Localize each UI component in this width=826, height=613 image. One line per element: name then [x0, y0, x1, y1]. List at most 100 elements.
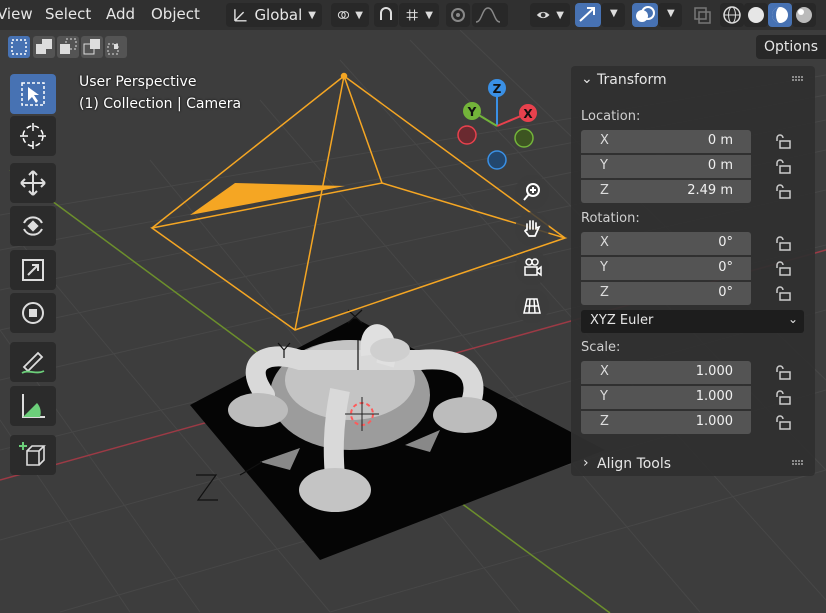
gizmo-dropdown[interactable]: ▼: [601, 3, 625, 27]
tool-select-box[interactable]: [10, 74, 56, 114]
select-mode-intersect[interactable]: [105, 36, 127, 58]
y-axis-letter: Y: [467, 105, 477, 119]
transform-collapse-icon[interactable]: ⌄: [581, 71, 593, 87]
options-button[interactable]: Options: [756, 35, 826, 59]
toggle-projection-button[interactable]: [515, 289, 549, 323]
shading-wireframe[interactable]: [720, 3, 744, 27]
field-value: 0 m: [707, 158, 733, 173]
rotation-mode-dropdown[interactable]: XYZ Euler ⌄: [581, 310, 804, 333]
tool-annotate[interactable]: [10, 342, 56, 382]
neg-z-axis-handle[interactable]: [487, 150, 507, 170]
transform-orientation-dropdown[interactable]: Global ▼: [226, 3, 322, 27]
lock-icon[interactable]: [774, 365, 792, 381]
overlays-toggle[interactable]: [632, 3, 658, 27]
pivot-point-dropdown[interactable]: ▼: [331, 3, 369, 27]
neg-x-axis-handle[interactable]: [457, 125, 477, 145]
x-axis-letter: X: [523, 107, 533, 121]
overlays-icon: [636, 6, 655, 22]
chevron-down-icon: ▼: [610, 8, 618, 19]
navigation-gizmo[interactable]: Z X Y: [452, 76, 542, 176]
tool-measure[interactable]: [10, 386, 56, 426]
visibility-dropdown[interactable]: ▼: [530, 3, 570, 27]
menu-object[interactable]: Object: [151, 5, 200, 23]
cursor-icon: [20, 123, 46, 149]
snap-target-dropdown[interactable]: ▼: [399, 3, 439, 27]
drag-grip-icon[interactable]: [791, 75, 805, 83]
select-intersect-icon: [107, 43, 119, 55]
pan-button[interactable]: [515, 212, 549, 246]
location-y-field[interactable]: Y 0 m: [581, 155, 751, 178]
shading-material[interactable]: [768, 3, 792, 27]
scale-y-field[interactable]: Y 1.000: [581, 386, 751, 409]
tool-rotate[interactable]: [10, 206, 56, 246]
menu-select[interactable]: Select: [45, 5, 91, 23]
tool-add-cube[interactable]: [10, 435, 56, 475]
axis-label: Y: [600, 260, 608, 275]
shading-solid[interactable]: [744, 3, 768, 27]
tool-cursor[interactable]: [10, 116, 56, 156]
select-subtract-icon: [60, 38, 77, 54]
lock-icon[interactable]: [774, 390, 792, 406]
location-x-field[interactable]: X 0 m: [581, 130, 751, 153]
tool-scale[interactable]: [10, 250, 56, 290]
select-mode-subtract[interactable]: [57, 36, 79, 58]
falloff-dropdown[interactable]: [472, 3, 508, 27]
select-mode-new[interactable]: [8, 36, 30, 58]
camera-view-button[interactable]: [515, 251, 549, 285]
field-value: 0°: [718, 260, 733, 275]
align-tools-title[interactable]: Align Tools: [597, 456, 671, 472]
tool-transform[interactable]: [10, 293, 56, 333]
select-mode-extend[interactable]: [33, 36, 55, 58]
axis-label: Z: [600, 285, 609, 300]
snap-toggle[interactable]: [374, 3, 398, 27]
select-mode-invert[interactable]: [81, 36, 103, 58]
ruler-icon: [22, 394, 45, 418]
axis-label: Z: [600, 183, 609, 198]
zoom-button[interactable]: [515, 175, 549, 209]
overlays-dropdown[interactable]: ▼: [658, 3, 682, 27]
hand-icon: [523, 220, 541, 237]
lock-icon[interactable]: [774, 286, 792, 302]
pencil-icon: [21, 351, 45, 374]
chevron-down-icon: ▼: [355, 9, 363, 21]
lock-icon[interactable]: [774, 134, 792, 150]
location-z-field[interactable]: Z 2.49 m: [581, 180, 751, 203]
rotation-y-field[interactable]: Y 0°: [581, 257, 751, 280]
chevron-down-icon: ▼: [308, 9, 316, 21]
menu-add[interactable]: Add: [106, 5, 135, 23]
chevron-down-icon: ▼: [556, 9, 564, 21]
lock-icon[interactable]: [774, 184, 792, 200]
xray-icon: [694, 7, 711, 24]
lock-icon[interactable]: [774, 236, 792, 252]
drag-grip-icon[interactable]: [791, 459, 805, 467]
menu-view[interactable]: View: [0, 5, 33, 23]
axis-label: Y: [600, 389, 608, 404]
rotation-x-field[interactable]: X 0°: [581, 232, 751, 255]
eye-icon: [536, 11, 550, 19]
rotation-z-field[interactable]: Z 0°: [581, 282, 751, 305]
scale-z-field[interactable]: Z 1.000: [581, 411, 751, 434]
proportional-edit-toggle[interactable]: [446, 3, 470, 27]
xray-toggle[interactable]: [690, 3, 714, 27]
field-value: 1.000: [695, 414, 733, 429]
camera-icon: [524, 258, 542, 277]
magnet-icon: [380, 7, 392, 20]
wireframe-sphere-icon: [723, 6, 741, 24]
orientation-label: Global: [254, 6, 303, 24]
collection-label: (1) Collection | Camera: [79, 96, 242, 112]
proportional-edit-icon: [451, 8, 465, 22]
scale-x-field[interactable]: X 1.000: [581, 361, 751, 384]
grid-projection-icon: [523, 298, 541, 314]
lock-icon[interactable]: [774, 261, 792, 277]
shading-rendered[interactable]: [792, 3, 816, 27]
pivot-icon: [337, 11, 350, 19]
lock-icon[interactable]: [774, 415, 792, 431]
tool-move[interactable]: [10, 163, 56, 203]
gizmo-toggle[interactable]: [575, 3, 601, 27]
move-icon: [20, 170, 46, 196]
z-axis-letter: Z: [493, 82, 502, 96]
align-expand-icon[interactable]: ›: [583, 455, 589, 471]
neg-y-axis-handle[interactable]: [514, 128, 534, 148]
lock-icon[interactable]: [774, 159, 792, 175]
transform-title[interactable]: Transform: [597, 72, 667, 88]
